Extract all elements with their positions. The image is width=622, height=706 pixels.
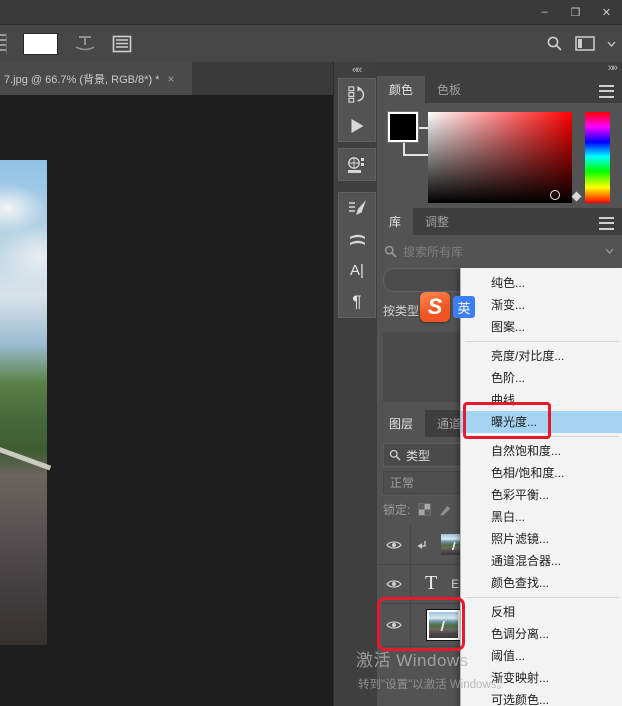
libraries-panel-menu-icon[interactable] [599,217,614,230]
visibility-toggle[interactable] [377,525,411,564]
minimize-button[interactable]: – [529,0,560,24]
annotation-layer-highlight [377,597,465,651]
search-icon[interactable] [546,35,563,52]
tab-libraries[interactable]: 库 [377,208,413,235]
menu-item-invert[interactable]: 反相 [461,601,622,623]
lock-label: 锁定: [383,501,410,518]
3d-panel-icon[interactable] [339,149,375,180]
close-button[interactable]: ✕ [591,0,622,24]
character-panel-icon[interactable]: A| [339,255,375,286]
canvas-area[interactable] [0,95,340,706]
chevron-down-icon[interactable] [607,41,616,47]
field-edge-marker [572,192,582,202]
blend-mode-value: 正常 [390,474,414,491]
tab-color[interactable]: 颜色 [377,76,425,103]
document-tab[interactable]: 7.jpg @ 66.7% (背景, RGB/8*) * × [0,62,192,95]
ime-language-badge: 英 [453,296,475,318]
layer-filter-label: 类型 [406,447,430,464]
document-tab-bar: 7.jpg @ 66.7% (背景, RGB/8*) * × [0,62,340,95]
chevron-down-icon[interactable] [605,248,614,254]
menu-separator [465,597,619,598]
saturation-brightness-field[interactable] [428,112,572,203]
eye-icon [386,540,402,550]
color-cursor[interactable] [550,190,560,200]
collapse-panels-icon[interactable]: «« [352,64,360,76]
dock-group-2 [338,148,376,181]
workspace-switcher-icon[interactable] [575,36,595,51]
menu-item-hue-saturation[interactable]: 色相/饱和度... [461,462,622,484]
color-panel: 颜色 色板 [377,76,622,103]
by-type-label: 按类型 [383,302,419,319]
history-panel-icon[interactable] [339,79,375,110]
menu-item-gradient[interactable]: 渐变... [461,294,622,316]
layer-name-partial: E [451,577,459,591]
libraries-panel: 库 调整 搜索所有库 按类型 S 英 [377,208,622,235]
brush-settings-panel-icon[interactable] [339,193,375,224]
menu-item-levels[interactable]: 色阶... [461,367,622,389]
lock-row: 锁定: [383,499,452,519]
menu-item-threshold[interactable]: 阈值... [461,645,622,667]
menu-item-selective-color[interactable]: 可选颜色... [461,689,622,706]
foreground-color-swatch[interactable] [388,112,418,142]
menu-item-solid-color[interactable]: 纯色... [461,272,622,294]
menu-item-vibrance[interactable]: 自然饱和度... [461,440,622,462]
title-bar: – ❐ ✕ [0,0,622,25]
library-search-row[interactable]: 搜索所有库 [377,240,622,262]
menu-item-gradient-map[interactable]: 渐变映射... [461,667,622,689]
lock-transparency-icon[interactable] [418,503,431,516]
tab-adjustments[interactable]: 调整 [413,208,461,235]
menu-item-photo-filter[interactable]: 照片滤镜... [461,528,622,550]
menu-item-posterize[interactable]: 色调分离... [461,623,622,645]
warp-text-icon[interactable] [74,35,96,52]
menu-item-black-white[interactable]: 黑白... [461,506,622,528]
photoshop-window: – ❐ ✕ [0,0,622,706]
panel-dock: «« [333,62,378,706]
panel-header-strip: »» [377,62,622,76]
restore-button[interactable]: ❐ [560,0,591,24]
toggle-panels-icon[interactable] [112,35,132,53]
window-controls: – ❐ ✕ [529,0,622,24]
menu-item-color-balance[interactable]: 色彩平衡... [461,484,622,506]
menu-item-color-lookup[interactable]: 颜色查找... [461,572,622,594]
clipping-mask-icon [417,540,427,550]
menu-item-brightness-contrast[interactable]: 亮度/对比度... [461,345,622,367]
menu-item-pattern[interactable]: 图案... [461,316,622,338]
dock-group-1 [338,78,376,142]
eye-icon [386,579,402,589]
text-color-swatch[interactable] [23,33,58,55]
document-image[interactable] [0,160,47,645]
text-layer-icon: T [425,572,437,595]
tab-close-icon[interactable]: × [167,72,174,86]
options-bar [0,25,622,63]
tab-swatches[interactable]: 色板 [425,76,473,103]
hue-slider[interactable] [585,112,610,203]
search-icon [384,245,397,258]
menu-separator [465,341,619,342]
actions-panel-icon[interactable] [339,110,375,141]
tab-layers[interactable]: 图层 [377,410,425,437]
dock-group-3: A| ¶ [338,192,376,318]
adjustment-layer-menu: 纯色... 渐变... 图案... 亮度/对比度... 色阶... 曲线... … [460,268,622,706]
tool-preset-icon[interactable] [0,34,7,54]
paragraph-panel-icon[interactable]: ¶ [339,286,375,317]
annotation-exposure-highlight [463,402,551,439]
lock-paint-icon[interactable] [439,503,452,516]
expand-panels-icon[interactable]: »» [608,62,616,74]
search-icon [389,449,401,461]
color-panel-menu-icon[interactable] [599,85,614,98]
sogou-ime-icon: S [420,292,450,322]
library-search-placeholder: 搜索所有库 [403,243,463,260]
document-tab-title: 7.jpg @ 66.7% (背景, RGB/8*) * [0,71,159,87]
brushes-panel-icon[interactable] [339,224,375,255]
menu-item-channel-mixer[interactable]: 通道混合器... [461,550,622,572]
